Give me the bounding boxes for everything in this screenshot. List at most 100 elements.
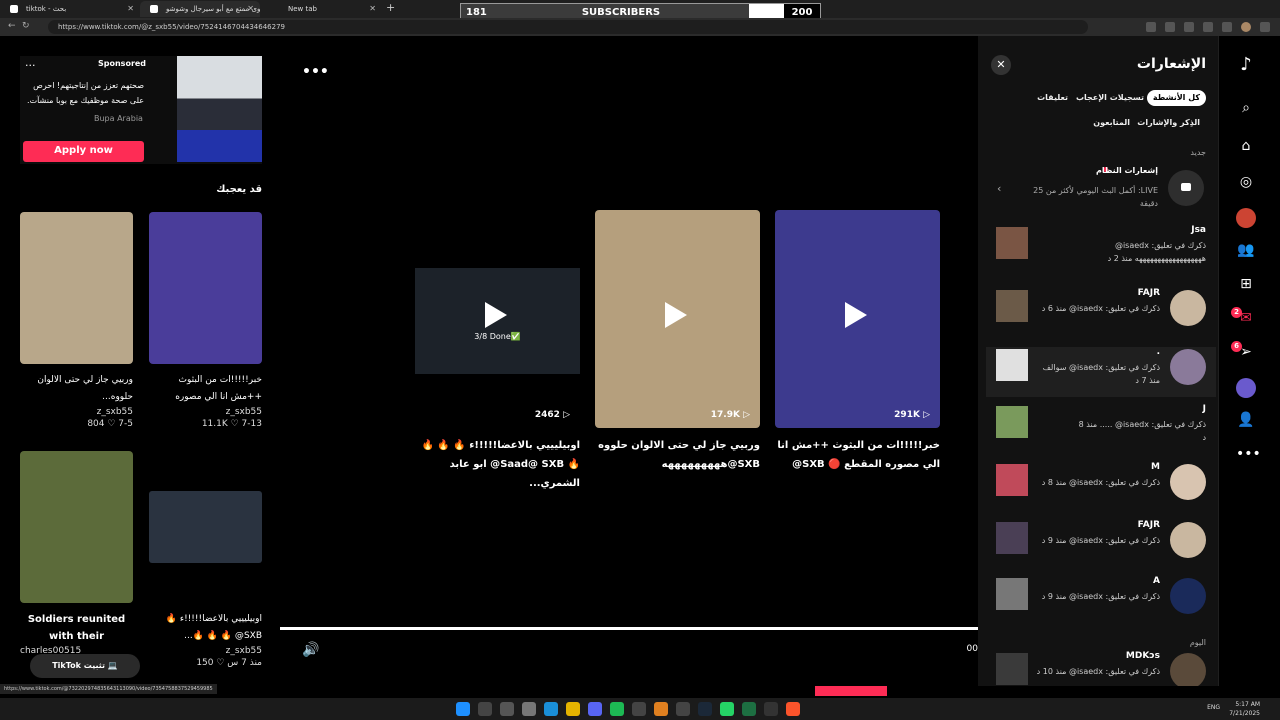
notification-item[interactable]: Jsa ذكرك في تعليق: isaedx@ هههههههههههههه…: [986, 225, 1216, 275]
following-avatar-icon[interactable]: [1236, 208, 1256, 228]
browser-tab-active[interactable]: محتوى ممتع مع أبو سيرجال وشوشو✕: [140, 1, 260, 17]
app-icon[interactable]: [676, 702, 690, 716]
avatar[interactable]: [1170, 464, 1206, 500]
suggested-video-card[interactable]: Soldiers reunited with their families...…: [20, 451, 133, 656]
suggested-video-card[interactable]: وربيي جاز لي حتى الالوان حلووه... z_sxb5…: [20, 212, 133, 429]
notification-item[interactable]: M ذكرك في تعليق: isaedx@ منذ 8 د: [986, 462, 1216, 512]
notification-user[interactable]: Jsa: [1191, 225, 1206, 235]
post-thumbnail[interactable]: [996, 522, 1028, 554]
volume-icon[interactable]: 🔊: [302, 642, 319, 658]
post-thumbnail[interactable]: [996, 653, 1028, 685]
notification-user[interactable]: M: [1151, 462, 1160, 472]
close-tab-icon[interactable]: ✕: [369, 4, 376, 13]
creator-video-card[interactable]: 291K ▷ خبر!!!!!ات من البثوث ++مش انا الي…: [775, 210, 940, 474]
extension-icon[interactable]: [1184, 22, 1194, 32]
spotify-icon[interactable]: [610, 702, 624, 716]
post-thumbnail[interactable]: [996, 406, 1028, 438]
steam-icon[interactable]: [698, 702, 712, 716]
profile-icon[interactable]: 👤: [1236, 412, 1256, 432]
post-thumbnail[interactable]: [996, 227, 1028, 259]
chevron-left-icon[interactable]: ‹: [997, 182, 1001, 195]
more-icon[interactable]: •••: [1236, 446, 1261, 466]
video-thumbnail[interactable]: 17.9K ▷: [595, 210, 760, 428]
notification-user[interactable]: .: [1157, 347, 1160, 357]
brave-icon[interactable]: [786, 702, 800, 716]
apply-now-button[interactable]: Apply now: [23, 141, 144, 162]
more-options-button[interactable]: •••: [302, 64, 329, 80]
whatsapp-icon[interactable]: [720, 702, 734, 716]
close-tab-icon[interactable]: ✕: [247, 4, 254, 13]
url-field[interactable]: https://www.tiktok.com/@z_sxb55/video/75…: [48, 20, 1088, 34]
extension-icon[interactable]: [1165, 22, 1175, 32]
notification-item[interactable]: . ذكرك في تعليق: isaedx@ سوالف منذ 7 د: [986, 347, 1216, 397]
video-thumbnail-frame[interactable]: [149, 451, 262, 603]
notification-user[interactable]: FAJR: [1138, 288, 1160, 298]
live-avatar-icon[interactable]: [1236, 378, 1256, 398]
creator-video-card[interactable]: 17.9K ▷ وربيي جاز لي حتى الالوان حلووه S…: [595, 210, 760, 474]
follow-button[interactable]: [815, 686, 887, 696]
friends-icon[interactable]: 👥: [1236, 242, 1256, 262]
video-thumbnail[interactable]: [149, 212, 262, 364]
notification-item[interactable]: J ذكرك في تعليق: isaedx@ ..... منذ 8 د: [986, 404, 1216, 454]
new-tab-button[interactable]: +: [386, 1, 395, 14]
reload-icon[interactable]: ↻: [22, 21, 30, 31]
notification-item[interactable]: A ذكرك في تعليق: isaedx@ منذ 9 د: [986, 576, 1216, 626]
app-icon[interactable]: [764, 702, 778, 716]
avatar[interactable]: [1170, 290, 1206, 326]
ad-image[interactable]: [177, 56, 262, 162]
profile-avatar-icon[interactable]: [1241, 22, 1251, 32]
post-thumbnail[interactable]: [996, 578, 1028, 610]
filter-followers[interactable]: المتابعون: [1087, 115, 1136, 131]
avatar[interactable]: [1170, 653, 1206, 686]
search-icon[interactable]: ⌕: [1236, 100, 1256, 120]
discord-icon[interactable]: [588, 702, 602, 716]
notification-item[interactable]: MDKↄs ذكرك في تعليق: isaedx@ منذ 10 د: [986, 651, 1216, 686]
play-icon[interactable]: [845, 302, 867, 328]
avatar[interactable]: [1170, 522, 1206, 558]
avatar[interactable]: [1170, 578, 1206, 614]
language-indicator[interactable]: ENG: [1207, 704, 1220, 711]
post-thumbnail[interactable]: [996, 349, 1028, 381]
favorites-icon[interactable]: [1222, 22, 1232, 32]
filter-likes[interactable]: تسجيلات الإعجاب: [1070, 90, 1150, 106]
widgets-icon[interactable]: [522, 702, 536, 716]
play-icon[interactable]: [665, 302, 687, 328]
post-thumbnail[interactable]: [996, 290, 1028, 322]
extension-icon[interactable]: [1146, 22, 1156, 32]
upload-icon[interactable]: ⊞: [1236, 276, 1256, 296]
notification-user[interactable]: MDKↄs: [1126, 651, 1160, 661]
app-icon[interactable]: [632, 702, 646, 716]
menu-icon[interactable]: [1260, 22, 1270, 32]
video-progress-bar[interactable]: [280, 627, 978, 630]
notification-item[interactable]: FAJR ذكرك في تعليق: isaedx@ منذ 9 د: [986, 520, 1216, 570]
video-thumbnail[interactable]: 291K ▷: [775, 210, 940, 428]
video-thumbnail-frame[interactable]: 3/8 Done✅ 2462 ▷: [415, 210, 580, 428]
filter-all-activity[interactable]: كل الأنشطة: [1146, 90, 1206, 106]
explore-icon[interactable]: ◎: [1236, 174, 1256, 194]
video-author[interactable]: z_sxb55: [20, 407, 133, 417]
task-view-icon[interactable]: [500, 702, 514, 716]
close-tab-icon[interactable]: ✕: [127, 4, 134, 13]
app-icon[interactable]: [654, 702, 668, 716]
avatar[interactable]: [1170, 349, 1206, 385]
back-icon[interactable]: ←: [8, 21, 16, 31]
notification-item[interactable]: FAJR ذكرك في تعليق: isaedx@ منذ 6 د: [986, 288, 1216, 338]
video-thumbnail[interactable]: [20, 212, 133, 364]
tiktok-logo-icon[interactable]: ♪: [1236, 54, 1256, 75]
video-author[interactable]: z_sxb55: [149, 407, 262, 417]
play-icon[interactable]: [485, 302, 507, 328]
extension-icon[interactable]: [1203, 22, 1213, 32]
suggested-video-card[interactable]: اوبيليييي بالاعضا!!!!!ء 🔥 SXB@ 🔥 🔥 🔥... …: [149, 451, 262, 668]
start-icon[interactable]: [456, 702, 470, 716]
clock[interactable]: 5:17 AM 7/21/2025: [1229, 700, 1260, 718]
edge-icon[interactable]: [544, 702, 558, 716]
close-notifications-button[interactable]: ✕: [991, 55, 1011, 75]
video-author[interactable]: z_sxb55: [149, 646, 262, 656]
filter-mentions[interactable]: الذِكر والإشارات: [1131, 115, 1206, 131]
file-explorer-icon[interactable]: [566, 702, 580, 716]
sponsored-ad[interactable]: ... Sponsored صحتهم تعزز من إنتاجيتهم! ا…: [20, 56, 262, 164]
search-icon[interactable]: [478, 702, 492, 716]
notification-user[interactable]: A: [1153, 576, 1160, 586]
install-tiktok-button[interactable]: TikTok تثبيت 💻: [30, 654, 140, 678]
notification-user[interactable]: J: [1203, 404, 1206, 414]
